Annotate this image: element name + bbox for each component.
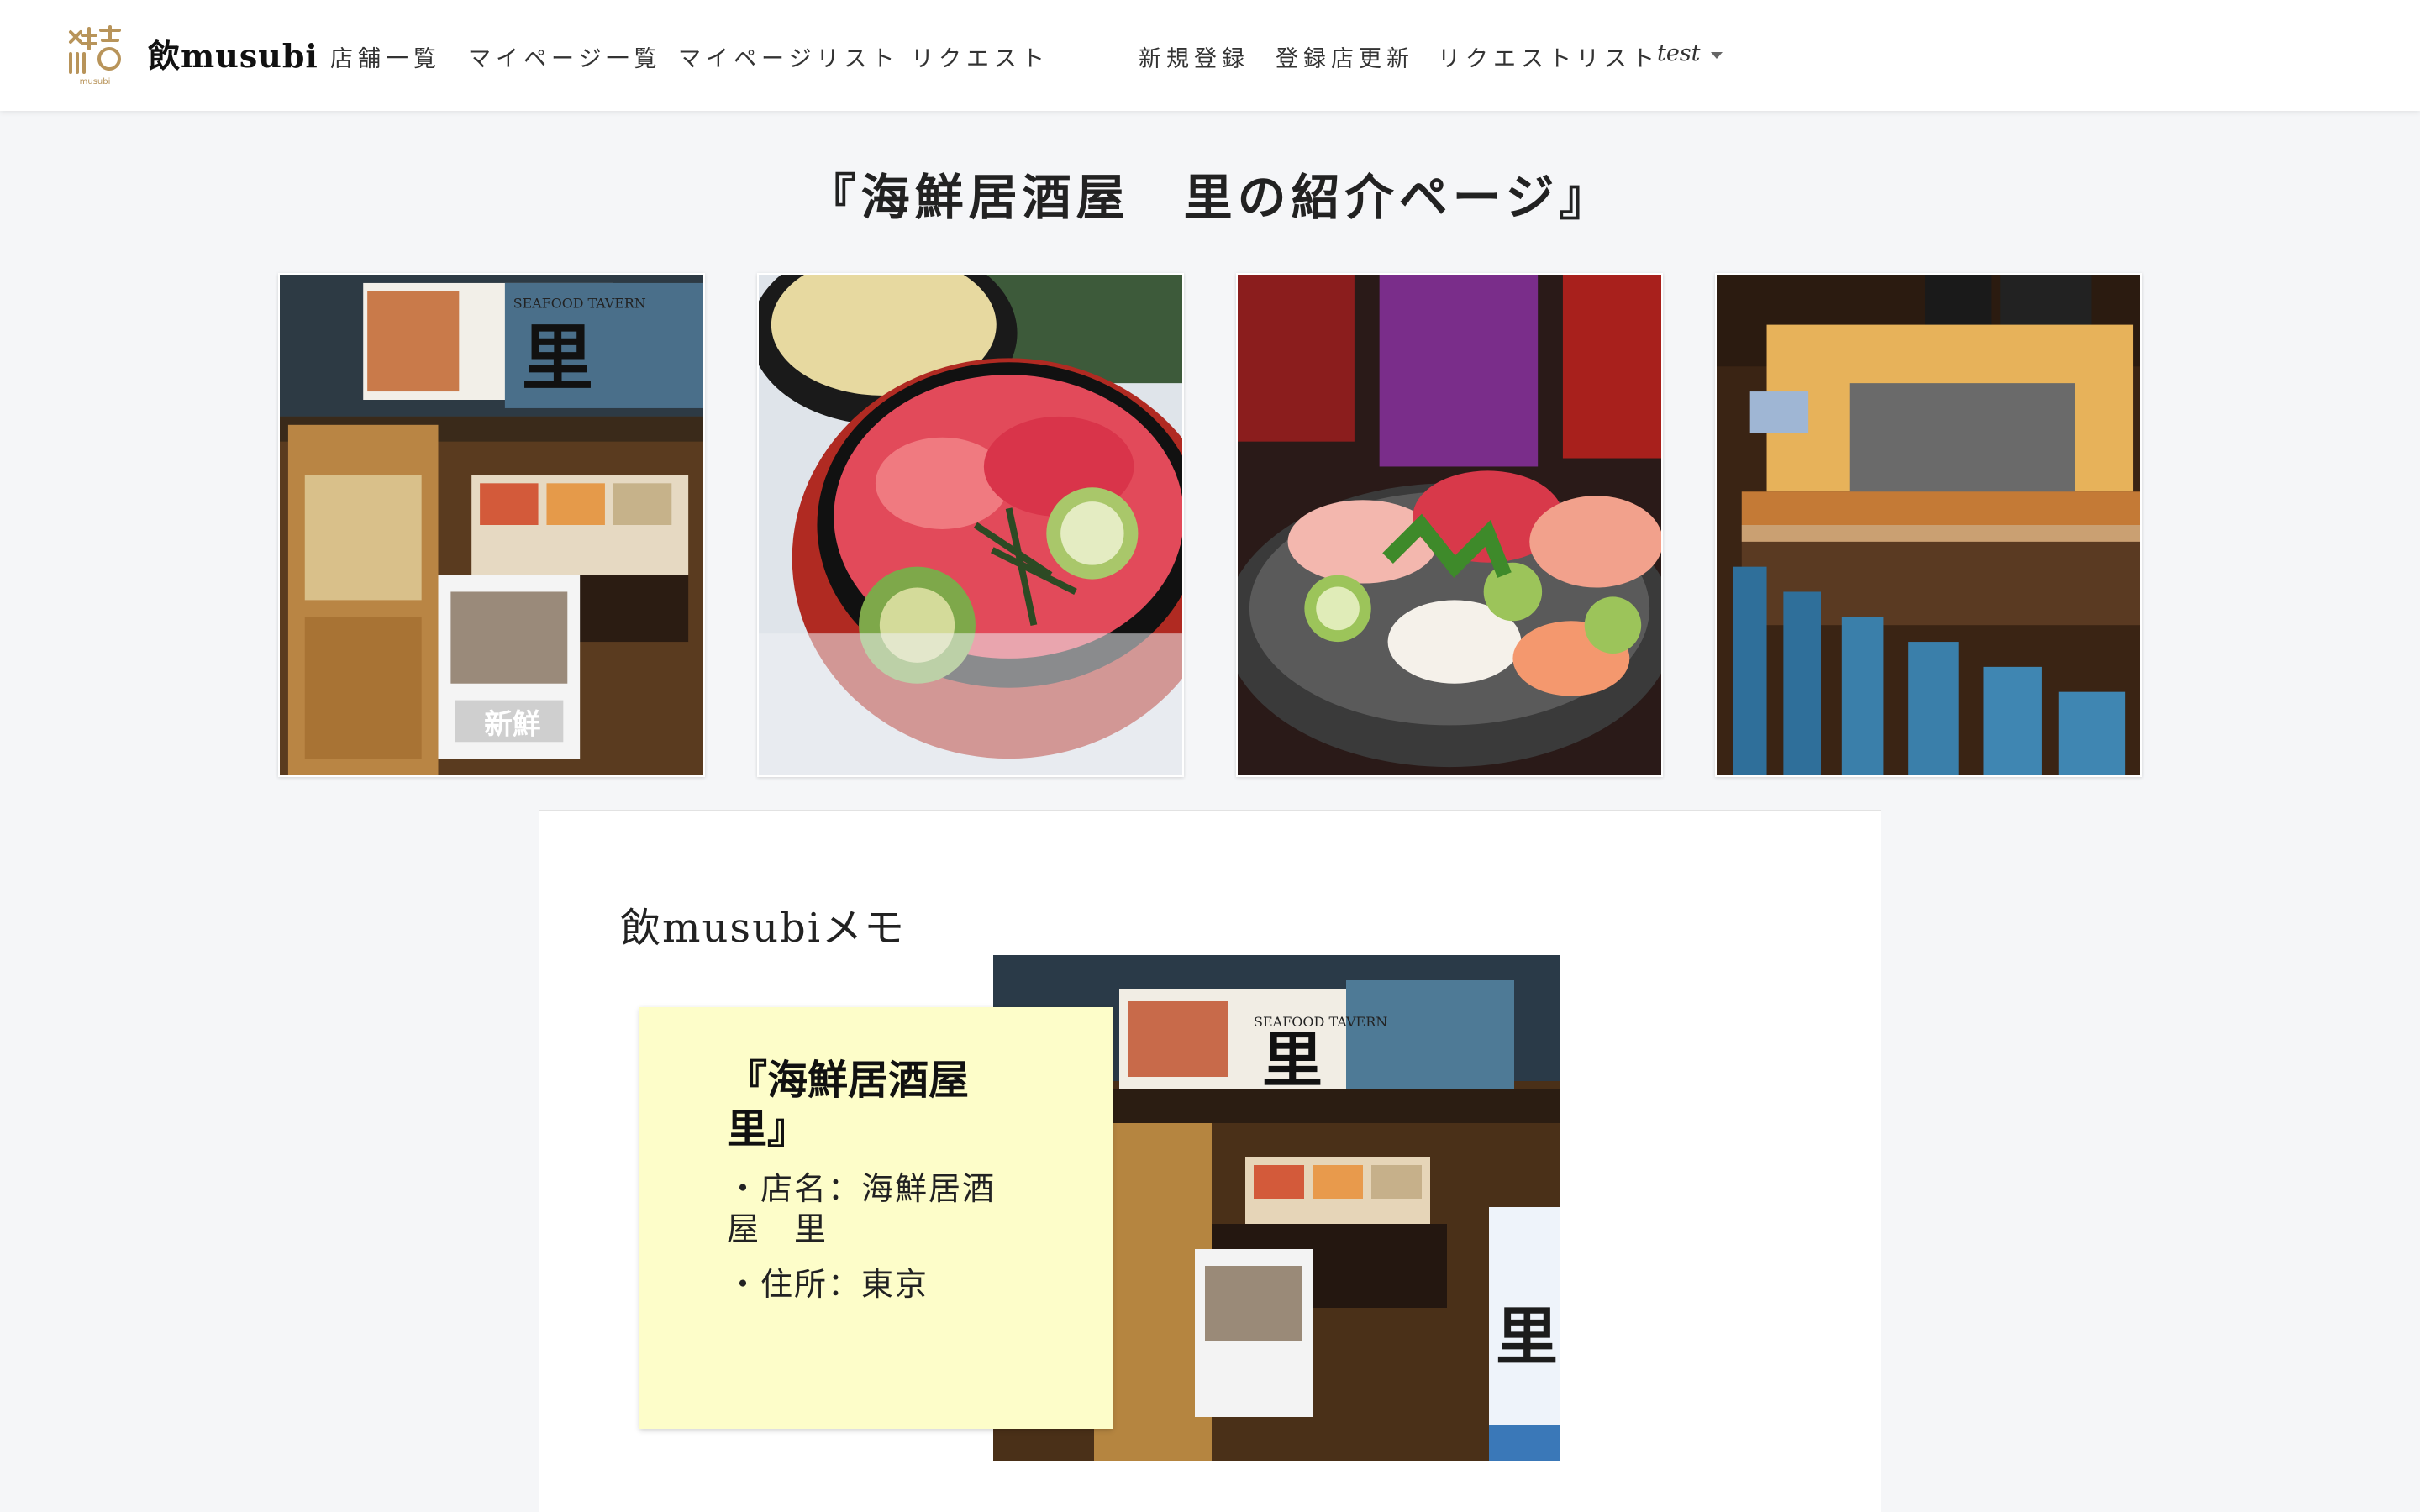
- user-dropdown[interactable]: test: [1657, 40, 1701, 66]
- brand-name[interactable]: 飲musubi: [148, 30, 318, 76]
- svg-text:musubi: musubi: [80, 77, 111, 86]
- memo-photo-sign-text: 里: [1262, 1024, 1323, 1095]
- sticky-note-shop-name: ・店名：海鮮居酒屋 里: [727, 1170, 997, 1247]
- photo-counter-interior[interactable]: [1715, 273, 2142, 777]
- memo-card-title: 飲musubiメモ: [620, 905, 907, 952]
- storefront-sign-text: 里: [522, 317, 593, 401]
- photo-sashimi[interactable]: [1236, 273, 1663, 777]
- navbar: musubi 飲musubi 店舗一覧 マイページ一覧 マイページリスト リクエ…: [0, 0, 2420, 111]
- nav-link-new-registration[interactable]: 新規登録: [1139, 40, 1249, 73]
- storefront-sign-caption: SEAFOOD TAVERN: [513, 296, 646, 312]
- nav-link-mypage-list[interactable]: マイページ一覧: [468, 40, 661, 73]
- musubi-logo-icon[interactable]: musubi: [66, 24, 124, 86]
- nav-link-request-list[interactable]: リクエストリスト: [1438, 40, 1660, 73]
- storefront-banner-text: 新鮮: [484, 706, 541, 740]
- nav-link-mypage-lists[interactable]: マイページリスト: [678, 40, 899, 73]
- nav-link-update-shop[interactable]: 登録店更新: [1276, 40, 1414, 73]
- photo-storefront[interactable]: SEAFOOD TAVERN 里 新鮮: [278, 273, 705, 777]
- sticky-note-title: 『海鮮居酒屋 里』: [727, 1057, 1010, 1152]
- nav-link-request[interactable]: リクエスト: [911, 40, 1050, 73]
- memo-photo-standing-sign-text: 里: [1496, 1301, 1558, 1373]
- nav-link-shop-list[interactable]: 店舗一覧: [330, 40, 441, 73]
- memo-card: 飲musubiメモ SEAFOOD TAVERN 里 里 『海鮮居酒屋 里』 ・…: [539, 810, 1881, 1512]
- chevron-down-icon[interactable]: [1711, 52, 1723, 59]
- photo-kaisendon[interactable]: [757, 273, 1184, 777]
- sticky-note-address: ・住所：東京: [727, 1266, 929, 1303]
- sticky-note: 『海鮮居酒屋 里』 ・店名：海鮮居酒屋 里 ・住所：東京: [639, 1007, 1113, 1429]
- page-title: 『海鮮居酒屋 里の紹介ページ』: [807, 169, 1613, 226]
